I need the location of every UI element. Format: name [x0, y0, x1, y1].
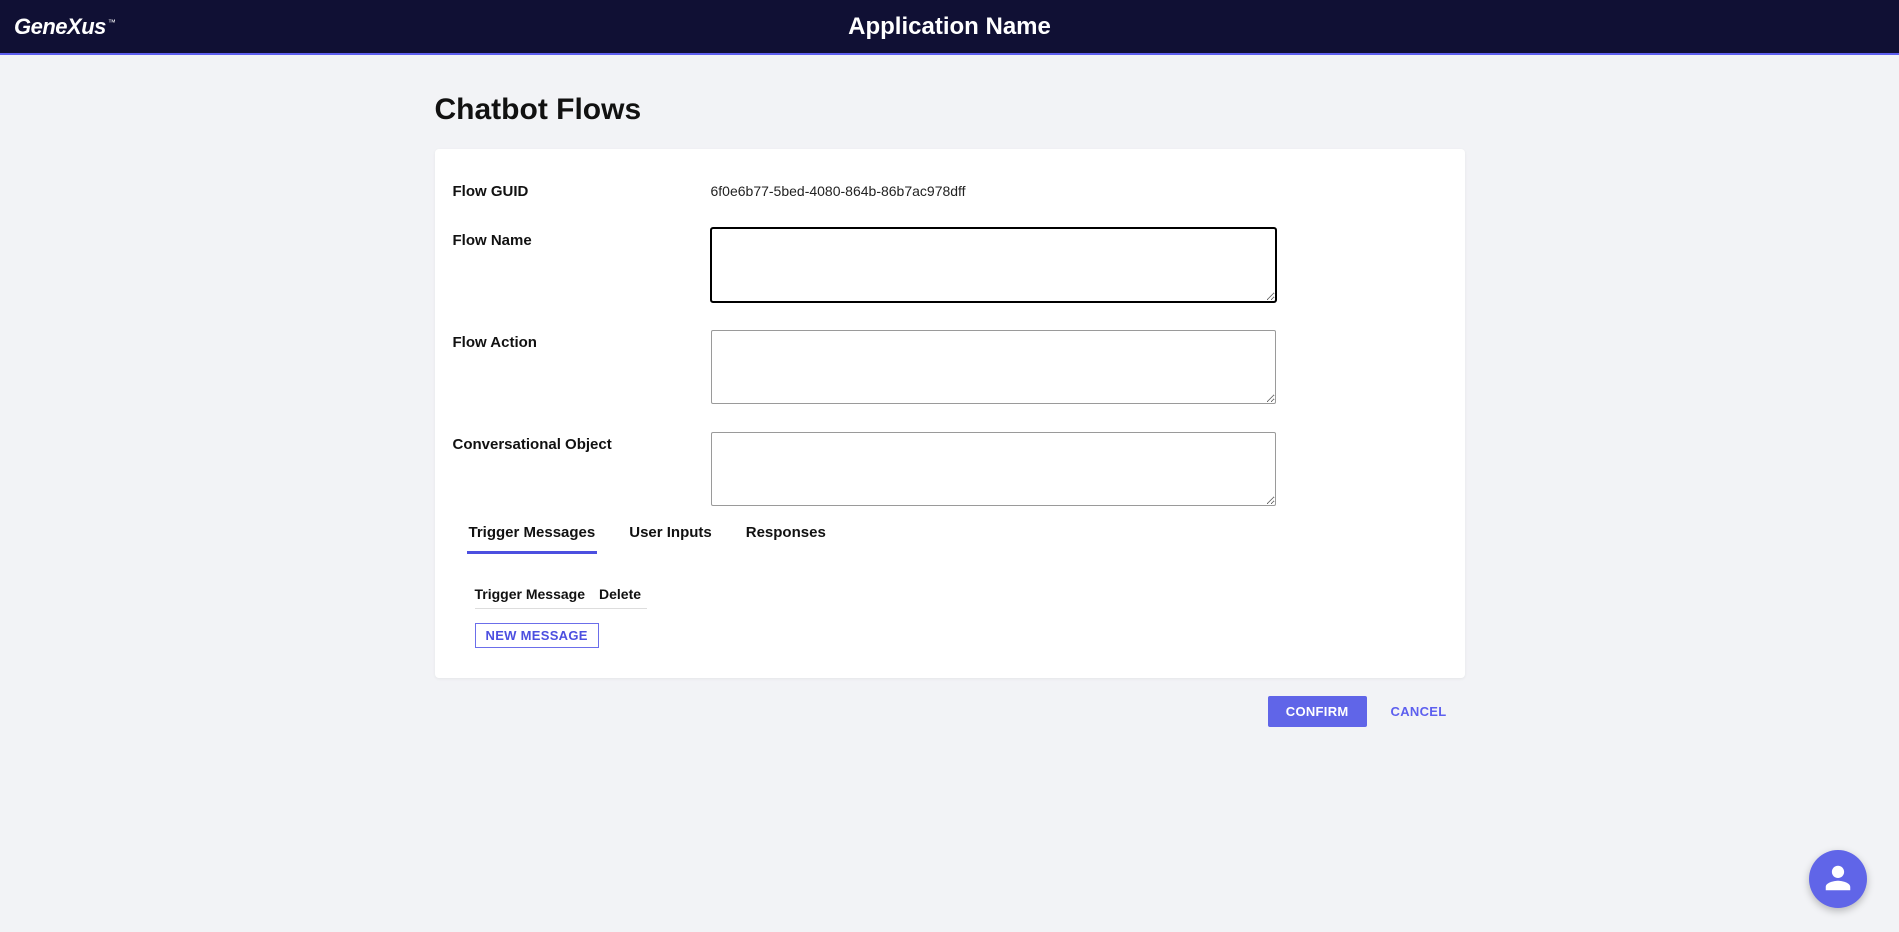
app-header: GeneXus™ Application Name	[0, 0, 1899, 55]
brand-logo-text: GeneXus	[14, 14, 106, 39]
page-title: Chatbot Flows	[435, 93, 1465, 127]
user-icon	[1823, 863, 1853, 896]
tabs: Trigger Messages User Inputs Responses	[453, 518, 1447, 554]
label-flow-name: Flow Name	[453, 228, 711, 249]
col-delete: Delete	[599, 580, 647, 609]
user-fab-button[interactable]	[1809, 850, 1867, 908]
tab-trigger-messages[interactable]: Trigger Messages	[467, 518, 598, 554]
confirm-button[interactable]: CONFIRM	[1268, 696, 1367, 727]
col-trigger-message: Trigger Message	[475, 580, 600, 609]
cancel-button[interactable]: CANCEL	[1391, 704, 1447, 719]
label-conversational-object: Conversational Object	[453, 432, 711, 453]
tab-responses[interactable]: Responses	[744, 518, 828, 554]
row-flow-guid: Flow GUID 6f0e6b77-5bed-4080-864b-86b7ac…	[453, 179, 1447, 200]
row-flow-action: Flow Action	[453, 330, 1447, 404]
row-conversational-object: Conversational Object	[453, 432, 1447, 506]
label-flow-action: Flow Action	[453, 330, 711, 351]
input-flow-action[interactable]	[711, 330, 1276, 404]
content-wrap: Chatbot Flows Flow GUID 6f0e6b77-5bed-40…	[435, 93, 1465, 767]
flow-card: Flow GUID 6f0e6b77-5bed-4080-864b-86b7ac…	[435, 149, 1465, 678]
trigger-messages-panel: Trigger Message Delete NEW MESSAGE	[453, 580, 1447, 648]
input-conversational-object[interactable]	[711, 432, 1276, 506]
value-flow-guid: 6f0e6b77-5bed-4080-864b-86b7ac978dff	[711, 179, 1447, 199]
brand-logo-tm: ™	[108, 18, 116, 27]
brand-logo: GeneXus™	[0, 14, 115, 40]
new-message-button[interactable]: NEW MESSAGE	[475, 623, 599, 648]
tab-user-inputs[interactable]: User Inputs	[627, 518, 714, 554]
label-flow-guid: Flow GUID	[453, 179, 711, 200]
row-flow-name: Flow Name	[453, 228, 1447, 302]
app-title: Application Name	[848, 13, 1051, 41]
input-flow-name[interactable]	[711, 228, 1276, 302]
trigger-messages-table: Trigger Message Delete	[475, 580, 648, 609]
form-actions: CONFIRM CANCEL	[435, 696, 1465, 727]
